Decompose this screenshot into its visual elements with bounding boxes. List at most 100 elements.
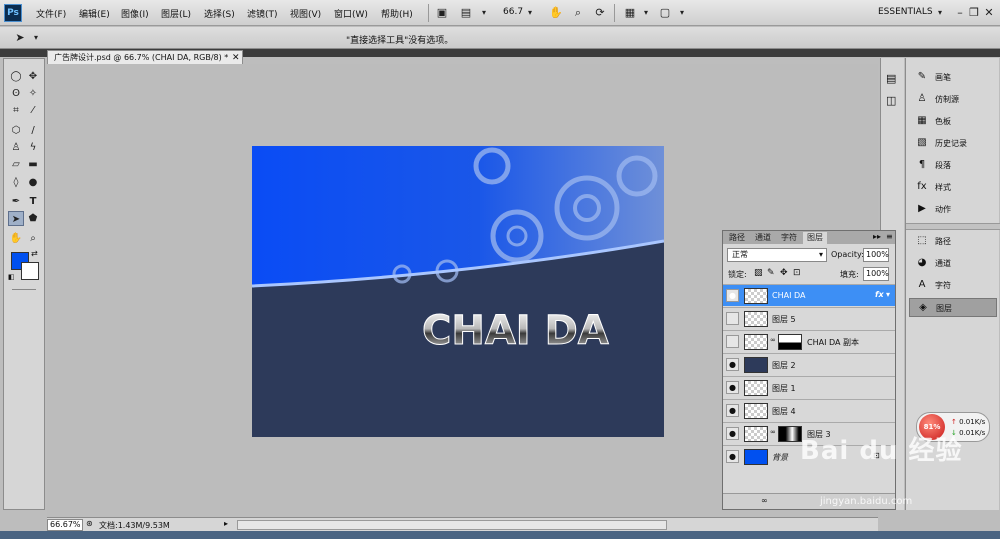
lock-all-icon[interactable]: ⊡	[793, 268, 801, 278]
dock-item-paths[interactable]: ⬚ 路径	[909, 232, 997, 251]
dock-item-styles[interactable]: fx 样式	[909, 178, 997, 197]
panel-menu-icon[interactable]: ≡	[886, 232, 893, 241]
menu-help[interactable]: 帮助(H)	[381, 7, 413, 20]
brush-tool-icon[interactable]: /	[25, 123, 41, 138]
status-arrow-icon[interactable]: ▸	[224, 519, 228, 528]
expand-effects-icon[interactable]: ▾	[886, 290, 890, 299]
arrange-chevron-icon[interactable]: ▾	[638, 5, 654, 21]
eye-icon[interactable]: ●	[726, 427, 739, 440]
fill-input[interactable]: 100%	[863, 267, 889, 281]
layer-mask-thumbnail[interactable]	[778, 334, 802, 350]
zoom-tool-icon[interactable]: ⌕	[570, 5, 586, 21]
menu-image[interactable]: 图像(I)	[121, 7, 149, 20]
move-tool-icon[interactable]: ✥	[25, 69, 41, 84]
view-extras-icon[interactable]: ▤	[458, 5, 474, 21]
link-layers-icon[interactable]: ∞	[761, 496, 768, 505]
hand-tool-icon[interactable]: ✋	[548, 5, 564, 21]
document-tab[interactable]: 广告牌设计.psd @ 66.7% (CHAI DA, RGB/8) *	[47, 50, 243, 64]
zoom-tool-icon[interactable]: ⌕	[25, 231, 41, 246]
blend-mode-select[interactable]: 正常 ▾	[727, 248, 827, 262]
layer-row[interactable]: ● 图层 2	[723, 353, 895, 375]
gradient-tool-icon[interactable]: ▬	[25, 157, 41, 172]
eye-icon[interactable]: ●	[726, 404, 739, 417]
fx-icon[interactable]: fx	[875, 290, 884, 299]
menu-select[interactable]: 选择(S)	[204, 7, 235, 20]
eye-hidden-icon[interactable]	[726, 335, 739, 348]
tab-character[interactable]: 字符	[777, 232, 801, 244]
background-color-swatch[interactable]	[21, 262, 39, 280]
zoom-level-input[interactable]: 66.7	[503, 7, 523, 17]
dock-item-character[interactable]: A 字符	[909, 276, 997, 295]
zoom-percent-field[interactable]: 66.67%	[47, 519, 83, 531]
type-tool-icon[interactable]: T	[25, 194, 41, 209]
magic-wand-icon[interactable]: ✧	[25, 86, 41, 101]
tab-layers[interactable]: 图层	[803, 232, 827, 244]
panel-collapse-icon[interactable]: ▸▸	[873, 232, 881, 241]
lock-image-icon[interactable]: ✎	[767, 268, 775, 278]
restore-icon[interactable]: ❐	[966, 5, 982, 21]
marquee-tool-icon[interactable]: ◯	[8, 69, 24, 84]
tab-paths[interactable]: 路径	[725, 232, 749, 244]
horizontal-scrollbar[interactable]	[237, 520, 667, 530]
workspace-chevron-icon[interactable]: ▾	[932, 5, 948, 21]
swap-colors-icon[interactable]: ⇄	[31, 249, 38, 258]
dodge-tool-icon[interactable]: ●	[25, 175, 41, 190]
dock-item-layers[interactable]: ◈ 图层	[909, 298, 997, 317]
hand-tool-icon[interactable]: ✋	[8, 231, 24, 246]
dock-item-brush[interactable]: ✎ 画笔	[909, 68, 997, 87]
dock-item-actions[interactable]: ▶ 动作	[909, 200, 997, 219]
pen-tool-icon[interactable]: ✒	[8, 194, 24, 209]
lock-transparent-icon[interactable]: ▨	[754, 268, 763, 278]
arrange-documents-icon[interactable]: ▦	[622, 5, 638, 21]
view-extras-chevron-icon[interactable]: ▾	[476, 5, 492, 21]
crop-tool-icon[interactable]: ⌗	[8, 103, 24, 118]
menu-file[interactable]: 文件(F)	[36, 7, 66, 20]
eye-icon[interactable]: ●	[726, 381, 739, 394]
document-canvas[interactable]: CHAI DA	[252, 146, 664, 437]
layer-row[interactable]: ● 图层 4	[723, 399, 895, 421]
menu-layer[interactable]: 图层(L)	[161, 7, 191, 20]
dock-item-paragraph[interactable]: ¶ 段落	[909, 156, 997, 175]
eraser-tool-icon[interactable]: ▱	[8, 157, 24, 172]
photoshop-logo[interactable]: Ps	[4, 4, 22, 22]
dock-item-channels[interactable]: ◕ 通道	[909, 254, 997, 273]
eye-icon[interactable]: ●	[726, 450, 739, 463]
layer-row[interactable]: ∞ CHAI DA 副本	[723, 330, 895, 352]
menu-window[interactable]: 窗口(W)	[334, 7, 368, 20]
opacity-input[interactable]: 100%	[863, 248, 889, 262]
direct-select-tool-icon[interactable]: ➤	[8, 211, 24, 226]
close-tab-icon[interactable]: ✕	[232, 53, 240, 63]
lock-position-icon[interactable]: ✥	[780, 268, 788, 278]
panel-icon-a[interactable]: ▤	[886, 72, 896, 85]
dock-item-clone-source[interactable]: ♙ 仿制源	[909, 90, 997, 109]
tab-channels[interactable]: 通道	[751, 232, 775, 244]
rotate-view-icon[interactable]: ⟳	[592, 5, 608, 21]
screen-mode-chevron-icon[interactable]: ▾	[674, 5, 690, 21]
status-menu-icon[interactable]: ⊛	[86, 519, 93, 528]
blur-tool-icon[interactable]: ◊	[8, 175, 24, 190]
eye-icon[interactable]: ●	[726, 358, 739, 371]
eyedropper-icon[interactable]: ⁄	[25, 103, 41, 118]
zoom-chevron-icon[interactable]: ▾	[522, 5, 538, 21]
eye-icon[interactable]: ●	[726, 289, 739, 302]
menu-view[interactable]: 视图(V)	[290, 7, 321, 20]
menu-edit[interactable]: 编辑(E)	[79, 7, 110, 20]
default-colors-icon[interactable]: ◧	[8, 273, 15, 281]
menu-filter[interactable]: 滤镜(T)	[247, 7, 278, 20]
healing-brush-icon[interactable]: ⬡	[8, 123, 24, 138]
layer-row[interactable]: ● 图层 1	[723, 376, 895, 398]
tool-preset-chevron-icon[interactable]: ▾	[28, 30, 44, 46]
panel-icon-b[interactable]: ◫	[886, 94, 896, 107]
eye-hidden-icon[interactable]	[726, 312, 739, 325]
dock-item-history[interactable]: ▧ 历史记录	[909, 134, 997, 153]
dock-item-swatches[interactable]: ▦ 色板	[909, 112, 997, 131]
shape-tool-icon[interactable]: ⬟	[25, 211, 41, 226]
layer-row[interactable]: 图层 5	[723, 307, 895, 329]
lasso-tool-icon[interactable]: ʘ	[8, 86, 24, 101]
screen-mode-icon[interactable]: ▢	[657, 5, 673, 21]
workspace-switcher[interactable]: ESSENTIALS	[878, 7, 933, 17]
layer-row[interactable]: ● CHAI DA fx ▾	[723, 284, 895, 306]
clone-stamp-icon[interactable]: ♙	[8, 140, 24, 155]
layer-mask-thumbnail[interactable]	[778, 426, 802, 442]
bridge-icon[interactable]: ▣	[434, 5, 450, 21]
